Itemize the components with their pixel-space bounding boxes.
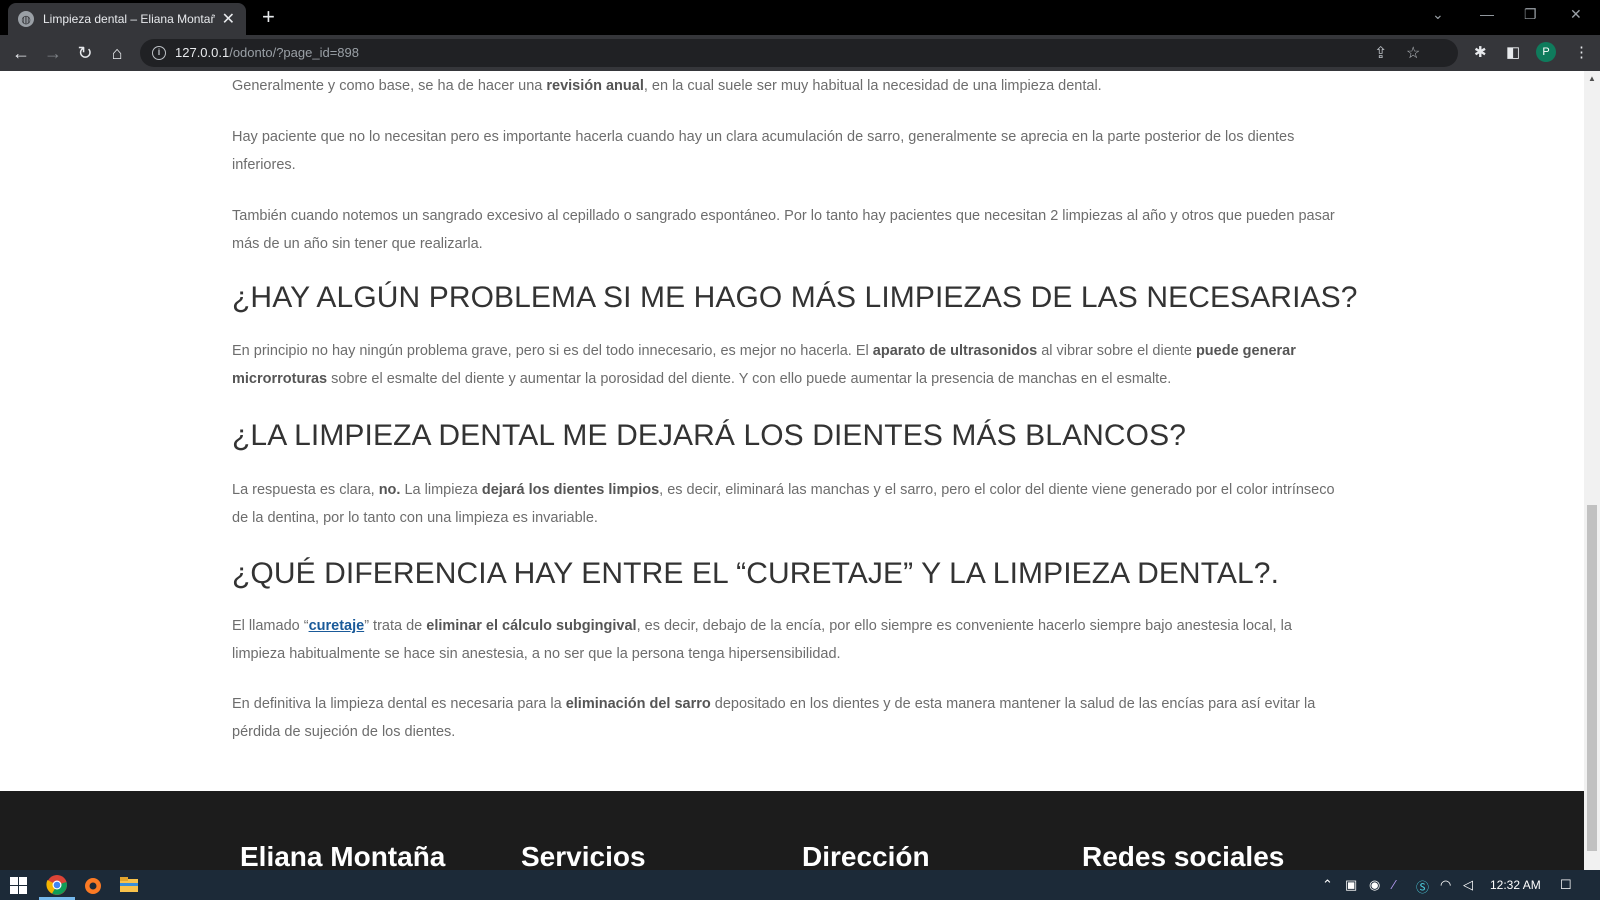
system-clock[interactable]: 12:32 AM <box>1490 878 1541 892</box>
minimize-icon[interactable]: — <box>1480 6 1494 22</box>
wifi-icon[interactable]: ◠ <box>1440 877 1451 893</box>
tray-pen-icon[interactable]: ⁄ <box>1393 877 1395 892</box>
volume-icon[interactable]: ◁ <box>1463 877 1473 893</box>
heading-extra-cleanings: ¿HAY ALGÚN PROBLEMA SI ME HAGO MÁS LIMPI… <box>232 281 1358 314</box>
footer-heading-services: Servicios <box>521 841 646 870</box>
close-tab-icon[interactable]: ✕ <box>221 9 236 29</box>
browser-toolbar: ← → ↻ ⌂ i 127.0.0.1/odonto/?page_id=898 … <box>0 35 1600 71</box>
tray-network-app-icon[interactable]: ◉ <box>1369 877 1380 893</box>
file-explorer-icon[interactable] <box>118 874 140 896</box>
tray-skype-icon[interactable]: Ⓢ <box>1416 877 1429 896</box>
windows-start-icon[interactable] <box>10 877 27 894</box>
heading-curetaje-difference: ¿QUÉ DIFERENCIA HAY ENTRE EL “CURETAJE” … <box>232 557 1280 590</box>
site-footer: Eliana Montaña Servicios Dirección Redes… <box>0 791 1584 870</box>
os-taskbar: ⌃ ▣ ◉ ⁄ Ⓢ ◠ ◁ 12:32 AM ☐ <box>0 870 1600 900</box>
curetaje-link[interactable]: curetaje <box>309 618 365 634</box>
footer-heading-social: Redes sociales <box>1082 841 1285 870</box>
tray-chevron-up-icon[interactable]: ⌃ <box>1322 877 1333 893</box>
profile-avatar[interactable]: P <box>1536 42 1556 62</box>
forward-arrow-icon[interactable]: → <box>40 40 66 66</box>
close-window-icon[interactable]: ✕ <box>1570 6 1582 23</box>
chrome-icon[interactable] <box>46 874 68 896</box>
footer-heading-address: Dirección <box>802 841 930 870</box>
tab-title: Limpieza dental – Eliana Montaña <box>43 12 215 26</box>
site-info-icon[interactable]: i <box>152 46 166 60</box>
notifications-icon[interactable]: ☐ <box>1560 877 1572 893</box>
extensions-icon[interactable]: ✱ <box>1474 43 1487 61</box>
paragraph-tartar: Hay paciente que no lo necesitan pero es… <box>232 129 1295 173</box>
paragraph-bleeding: También cuando notemos un sangrado exces… <box>232 208 1335 252</box>
new-tab-button[interactable]: + <box>262 5 275 29</box>
footer-heading-brand: Eliana Montaña <box>240 841 446 870</box>
side-panel-icon[interactable]: ◧ <box>1506 43 1520 61</box>
browser-tab[interactable]: ◍ Limpieza dental – Eliana Montaña ✕ <box>8 3 246 35</box>
tab-strip: ◍ Limpieza dental – Eliana Montaña ✕ + ⌄… <box>0 0 1600 35</box>
address-bar[interactable]: i 127.0.0.1/odonto/?page_id=898 ⇪ ☆ <box>140 39 1458 67</box>
back-arrow-icon[interactable]: ← <box>8 40 34 66</box>
restore-icon[interactable]: ❐ <box>1524 6 1537 23</box>
paragraph-annual-review: Generalmente y como base, se ha de hacer… <box>232 78 1102 94</box>
paragraph-conclusion: En definitiva la limpieza dental es nece… <box>232 696 1316 740</box>
heading-whiter-teeth: ¿LA LIMPIEZA DENTAL ME DEJARÁ LOS DIENTE… <box>232 419 1186 452</box>
page-viewport: Generalmente y como base, se ha de hacer… <box>0 71 1584 870</box>
paragraph-curetaje: El llamado “curetaje” trata de eliminar … <box>232 618 1292 662</box>
globe-icon: ◍ <box>18 11 34 27</box>
home-icon[interactable]: ⌂ <box>104 40 130 66</box>
url-text[interactable]: 127.0.0.1/odonto/?page_id=898 <box>175 45 359 60</box>
page-scrollbar[interactable]: ▲ <box>1584 71 1600 870</box>
paragraph-ultrasound: En principio no hay ningún problema grav… <box>232 343 1296 387</box>
scroll-up-arrow-icon[interactable]: ▲ <box>1588 74 1596 83</box>
reload-icon[interactable]: ↻ <box>72 40 98 66</box>
tab-search-icon[interactable]: ⌄ <box>1432 6 1444 23</box>
paragraph-whiter-answer: La respuesta es clara, no. La limpieza d… <box>232 482 1335 526</box>
menu-dots-icon[interactable]: ⋮ <box>1574 43 1589 61</box>
tray-app-icon[interactable]: ▣ <box>1345 877 1357 893</box>
scroll-thumb[interactable] <box>1587 505 1597 851</box>
bookmark-star-icon[interactable]: ☆ <box>1406 43 1420 63</box>
xampp-icon[interactable] <box>82 874 104 896</box>
share-icon[interactable]: ⇪ <box>1374 43 1387 63</box>
